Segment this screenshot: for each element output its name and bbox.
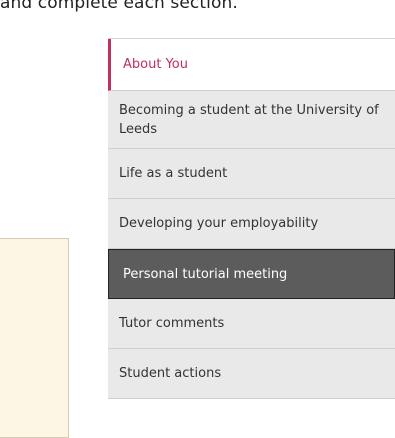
nav-item-label: Student actions xyxy=(119,366,222,381)
nav-item-label: Becoming a student at the University of … xyxy=(119,102,379,137)
nav-item-tutor-comments[interactable]: Tutor comments xyxy=(108,299,395,349)
nav-item-label: Developing your employability xyxy=(119,216,319,231)
nav-item-label: Tutor comments xyxy=(119,316,225,331)
nav-item-student-actions[interactable]: Student actions xyxy=(108,349,395,399)
nav-item-label: About You xyxy=(123,57,188,72)
nav-item-label: Personal tutorial meeting xyxy=(123,266,288,282)
nav-item-about-you[interactable]: About You xyxy=(108,39,395,91)
nav-item-personal-tutorial-meeting[interactable]: Personal tutorial meeting xyxy=(108,249,395,299)
form-content-panel xyxy=(0,238,69,438)
nav-item-becoming-a-student[interactable]: Becoming a student at the University of … xyxy=(108,91,395,149)
nav-item-label: Life as a student xyxy=(119,166,228,181)
intro-instruction-text: and complete each section. xyxy=(0,0,238,13)
nav-item-life-as-a-student[interactable]: Life as a student xyxy=(108,149,395,199)
nav-item-developing-employability[interactable]: Developing your employability xyxy=(108,199,395,249)
section-navigation: About You Becoming a student at the Univ… xyxy=(108,38,395,399)
